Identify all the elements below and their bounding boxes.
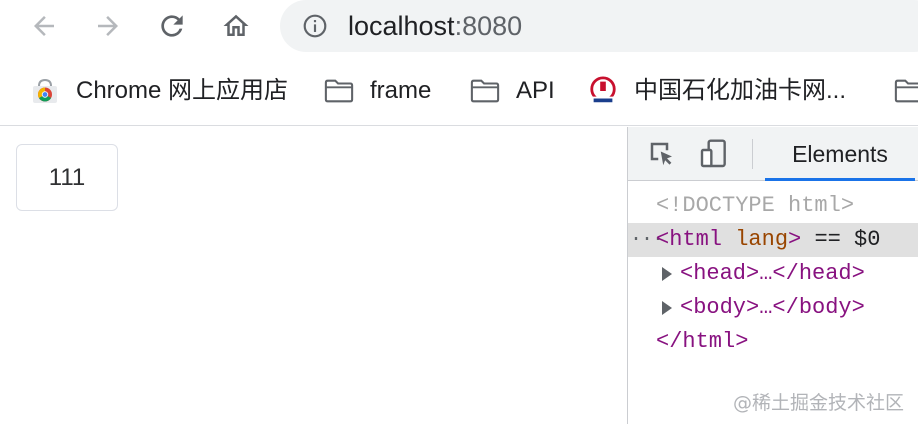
toolbar-divider bbox=[752, 139, 753, 169]
bookmark-overflow-folder[interactable] bbox=[894, 74, 918, 108]
device-toggle-button[interactable] bbox=[698, 138, 730, 170]
bookmark-label: 中国石化加油卡网... bbox=[634, 77, 847, 104]
forward-button[interactable] bbox=[88, 6, 128, 46]
doctype-text: <!DOCTYPE html> bbox=[656, 193, 855, 218]
reload-button[interactable] bbox=[152, 6, 192, 46]
expand-triangle-icon[interactable] bbox=[662, 267, 672, 281]
arrow-left-icon bbox=[34, 16, 54, 36]
page-viewport: 111 bbox=[0, 127, 627, 424]
reload-icon bbox=[161, 15, 183, 37]
url-port: :8080 bbox=[454, 11, 523, 41]
dom-node-head[interactable]: <head>…</head> bbox=[628, 257, 918, 291]
body-node-text: <body>…</body> bbox=[680, 295, 865, 320]
device-toggle-icon bbox=[700, 139, 726, 168]
home-button[interactable] bbox=[216, 6, 256, 46]
expand-triangle-icon[interactable] bbox=[662, 301, 672, 315]
bookmark-frame[interactable]: frame bbox=[324, 74, 431, 108]
dom-node-doctype[interactable]: <!DOCTYPE html> bbox=[628, 189, 918, 223]
head-node-text: <head>…</head> bbox=[680, 261, 865, 286]
dom-tree: <!DOCTYPE html> ··· <html lang> == $0 <h… bbox=[628, 189, 918, 359]
browser-toolbar: localhost:8080 bbox=[0, 0, 918, 56]
selected-node-marker: == $0 bbox=[814, 227, 881, 252]
bookmark-label: API bbox=[516, 77, 555, 104]
watermark: @稀土掘金技术社区 bbox=[732, 392, 904, 414]
inspect-element-icon bbox=[650, 142, 672, 166]
chrome-web-store-icon bbox=[30, 77, 60, 105]
info-icon[interactable] bbox=[302, 13, 328, 39]
bookmark-sinopec[interactable]: 中国石化加油卡网... bbox=[588, 74, 846, 108]
page-button[interactable]: 111 bbox=[16, 144, 118, 211]
html-attr-name: lang bbox=[735, 227, 789, 252]
active-tab-indicator bbox=[765, 178, 915, 181]
url-text: localhost:8080 bbox=[348, 10, 522, 42]
inspect-element-button[interactable] bbox=[646, 138, 678, 170]
html-tag-name: html bbox=[669, 227, 723, 252]
tab-elements[interactable]: Elements bbox=[765, 127, 915, 181]
folder-icon bbox=[470, 77, 500, 105]
back-button[interactable] bbox=[24, 6, 64, 46]
dom-node-body[interactable]: <body>…</body> bbox=[628, 291, 918, 325]
bookmark-label: frame bbox=[370, 77, 432, 104]
bookmarks-bar: Chrome 网上应用店 frame API 中国石化加油卡网... bbox=[0, 56, 918, 126]
arrow-right-icon bbox=[98, 16, 118, 36]
bookmark-chrome-web-store[interactable]: Chrome 网上应用店 bbox=[30, 74, 288, 108]
folder-icon bbox=[894, 77, 918, 105]
devtools-panel: Elements <!DOCTYPE html> ··· <html lang>… bbox=[627, 127, 918, 424]
sinopec-logo-icon bbox=[588, 76, 618, 105]
devtools-tabbar: Elements bbox=[628, 127, 918, 181]
html-open-tag: <html lang> == $0 bbox=[656, 227, 881, 252]
url-host: localhost bbox=[348, 11, 455, 41]
dom-node-html[interactable]: ··· <html lang> == $0 bbox=[628, 223, 918, 257]
bookmark-api[interactable]: API bbox=[470, 74, 555, 108]
home-icon bbox=[223, 14, 249, 36]
bookmark-label: Chrome 网上应用店 bbox=[76, 77, 289, 104]
address-bar[interactable]: localhost:8080 bbox=[280, 0, 918, 52]
html-close-tag: </html> bbox=[656, 329, 749, 354]
folder-icon bbox=[324, 77, 354, 105]
dom-node-html-close[interactable]: </html> bbox=[628, 325, 918, 359]
